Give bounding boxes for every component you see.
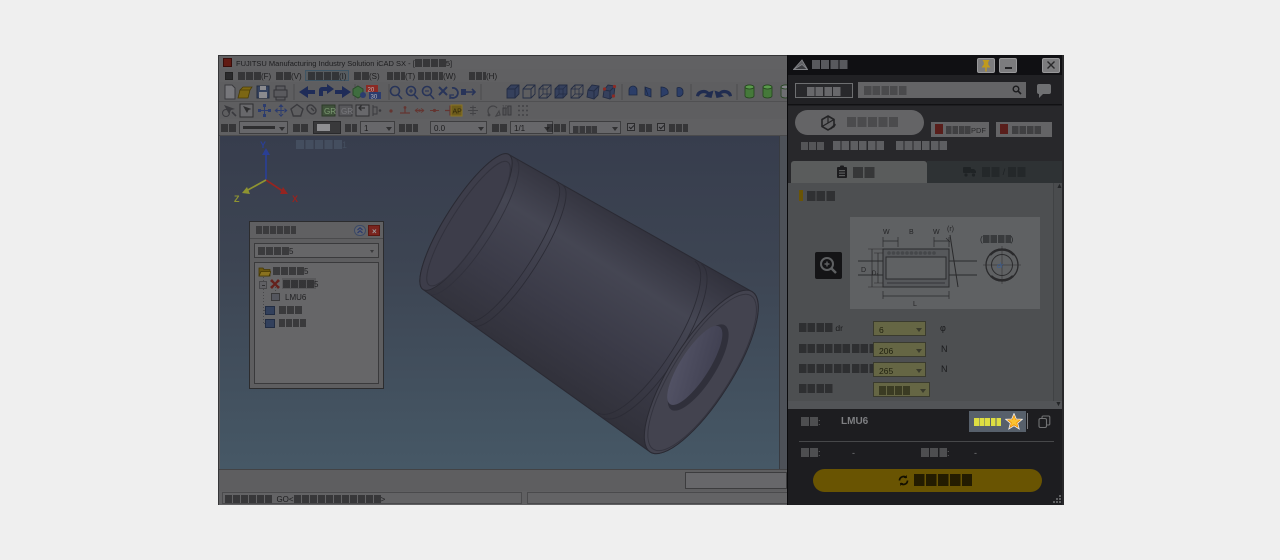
svg-text:10: 10 xyxy=(502,105,508,111)
svg-text:W: W xyxy=(883,229,890,236)
svg-text:AP: AP xyxy=(453,109,463,116)
svg-text:X: X xyxy=(292,194,298,204)
svg-text:B: B xyxy=(909,229,914,236)
svg-text:dr: dr xyxy=(997,263,1004,270)
svg-text:D₁: D₁ xyxy=(872,271,878,277)
svg-text:30: 30 xyxy=(371,95,378,101)
svg-text:GR: GR xyxy=(341,107,353,116)
svg-text:GR: GR xyxy=(324,107,336,116)
svg-text:W: W xyxy=(933,229,940,236)
svg-text:L: L xyxy=(913,301,917,308)
svg-text:D: D xyxy=(861,267,866,274)
svg-text:Y: Y xyxy=(260,140,266,150)
svg-text:Z: Z xyxy=(234,194,240,204)
svg-text:(r): (r) xyxy=(947,226,954,233)
